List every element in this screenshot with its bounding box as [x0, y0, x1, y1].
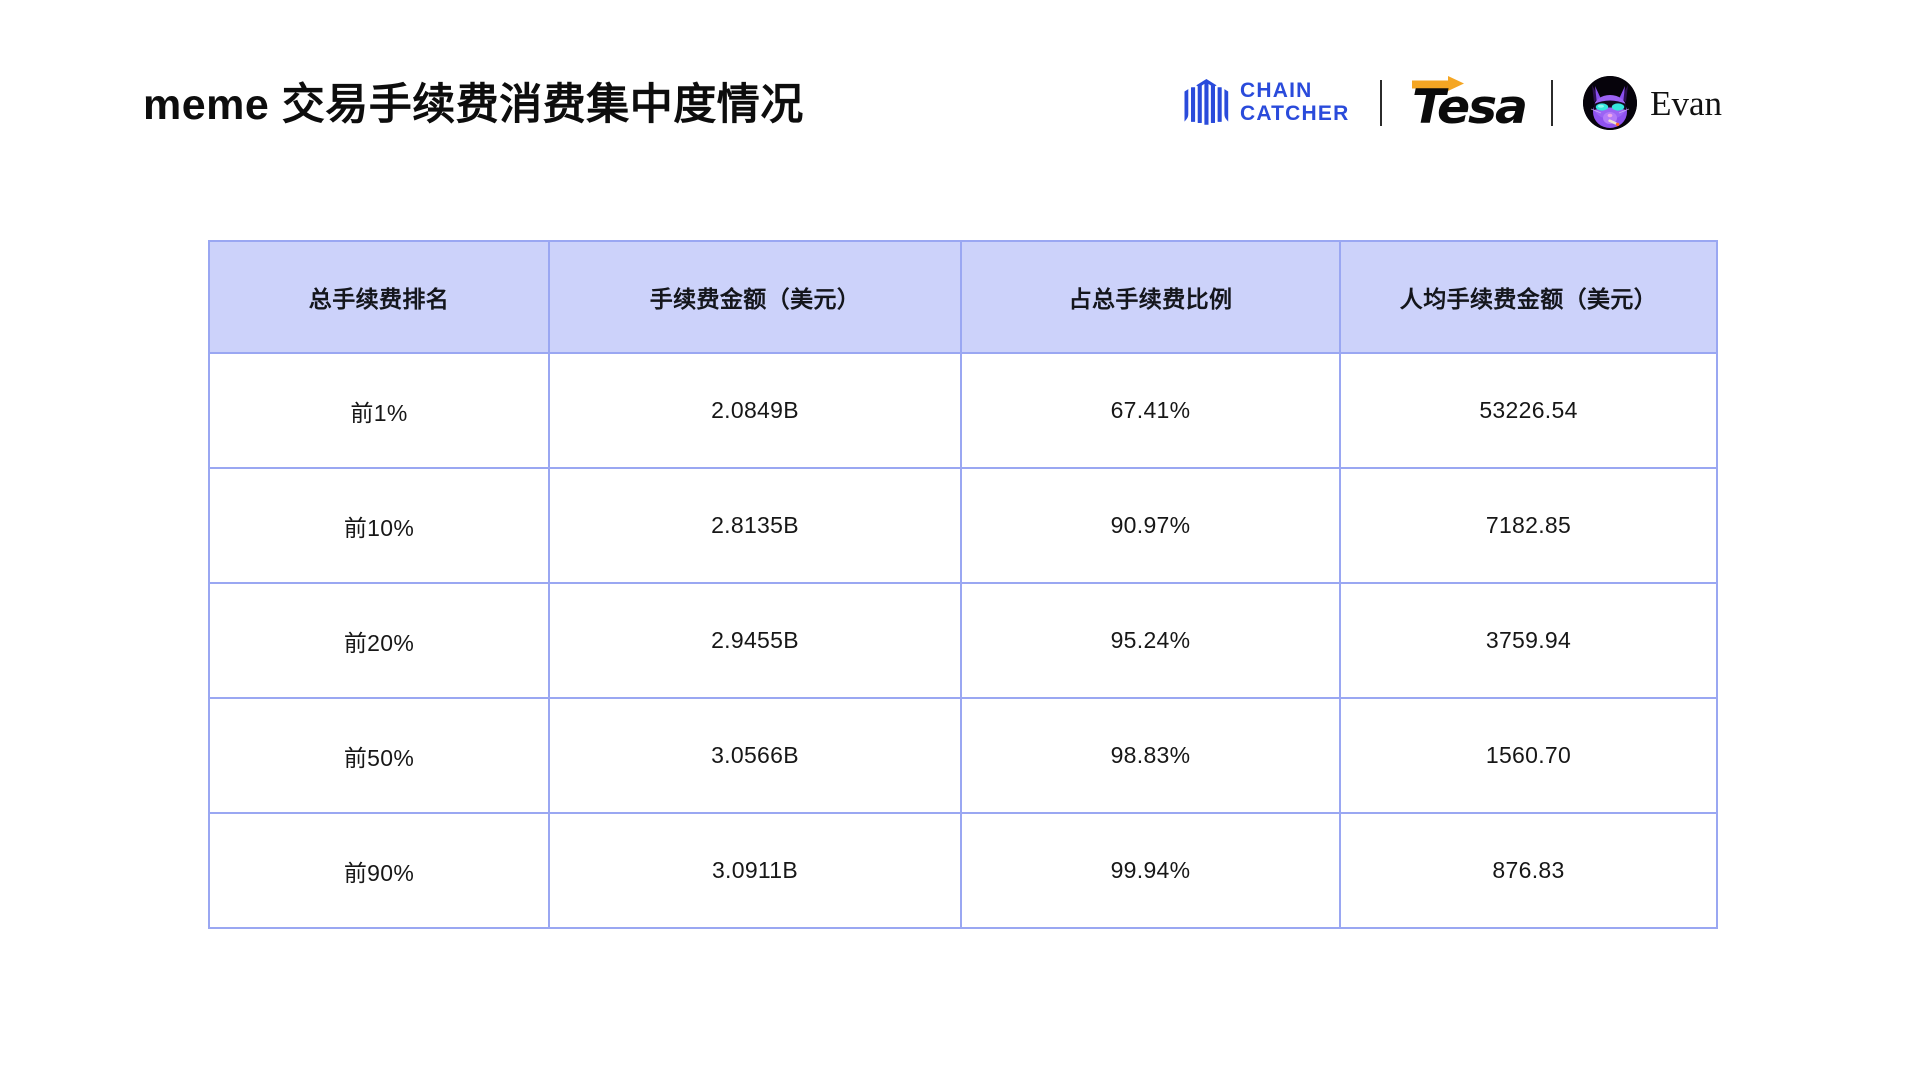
column-header-share: 占总手续费比例 — [960, 240, 1341, 354]
cell-per-capita: 3759.94 — [1339, 582, 1718, 699]
chaincatcher-logo: CHAIN CATCHER — [1183, 78, 1350, 128]
cell-rank: 前90% — [208, 812, 550, 929]
cell-share: 90.97% — [960, 467, 1341, 584]
table-header-row: 总手续费排名 手续费金额（美元） 占总手续费比例 人均手续费金额（美元） — [208, 240, 1718, 354]
column-header-per-capita: 人均手续费金额（美元） — [1339, 240, 1718, 354]
chaincatcher-line-2: CATCHER — [1239, 102, 1350, 125]
brand-bar: CHAIN CATCHER Tesa Evan — [1183, 70, 1722, 136]
cell-amount: 2.0849B — [548, 352, 962, 469]
cell-share: 67.41% — [960, 352, 1341, 469]
cell-rank: 前10% — [208, 467, 550, 584]
cell-amount: 3.0911B — [548, 812, 962, 929]
brand-divider-1 — [1379, 80, 1382, 126]
cell-per-capita: 1560.70 — [1339, 697, 1718, 814]
table-row: 前1% 2.0849B 67.41% 53226.54 — [208, 352, 1718, 469]
evan-profile: Evan — [1583, 76, 1722, 130]
chaincatcher-line-1: CHAIN — [1239, 79, 1313, 103]
column-header-rank: 总手续费排名 — [208, 240, 550, 354]
tesa-wordmark: Tesa — [1411, 80, 1528, 135]
cell-amount: 3.0566B — [548, 697, 962, 814]
tesa-logo: Tesa — [1411, 75, 1528, 131]
brand-divider-2 — [1551, 80, 1554, 126]
table-row: 前90% 3.0911B 99.94% 876.83 — [208, 812, 1718, 929]
fee-concentration-table: 总手续费排名 手续费金额（美元） 占总手续费比例 人均手续费金额（美元） 前1%… — [208, 240, 1718, 929]
column-header-amount: 手续费金额（美元） — [548, 240, 962, 354]
avatar — [1583, 76, 1638, 130]
cell-rank: 前20% — [208, 582, 550, 699]
cell-amount: 2.8135B — [548, 467, 962, 584]
cell-per-capita: 7182.85 — [1339, 467, 1718, 584]
cell-rank: 前50% — [208, 697, 550, 814]
cell-per-capita: 876.83 — [1339, 812, 1718, 929]
cell-share: 95.24% — [960, 582, 1341, 699]
table-row: 前50% 3.0566B 98.83% 1560.70 — [208, 697, 1718, 814]
cell-per-capita: 53226.54 — [1339, 352, 1718, 469]
page-title: meme 交易手续费消费集中度情况 — [143, 81, 804, 129]
cell-rank: 前1% — [208, 352, 550, 469]
chaincatcher-mark-icon — [1183, 78, 1229, 128]
table-row: 前10% 2.8135B 90.97% 7182.85 — [208, 467, 1718, 584]
cell-amount: 2.9455B — [548, 582, 962, 699]
evan-name: Evan — [1650, 83, 1722, 123]
chaincatcher-wordmark: CHAIN CATCHER — [1240, 80, 1350, 125]
page-header: meme 交易手续费消费集中度情况 CHAIN CATCHER Tesa Eva… — [0, 0, 1920, 190]
cell-share: 99.94% — [960, 812, 1341, 929]
cell-share: 98.83% — [960, 697, 1341, 814]
table-row: 前20% 2.9455B 95.24% 3759.94 — [208, 582, 1718, 699]
